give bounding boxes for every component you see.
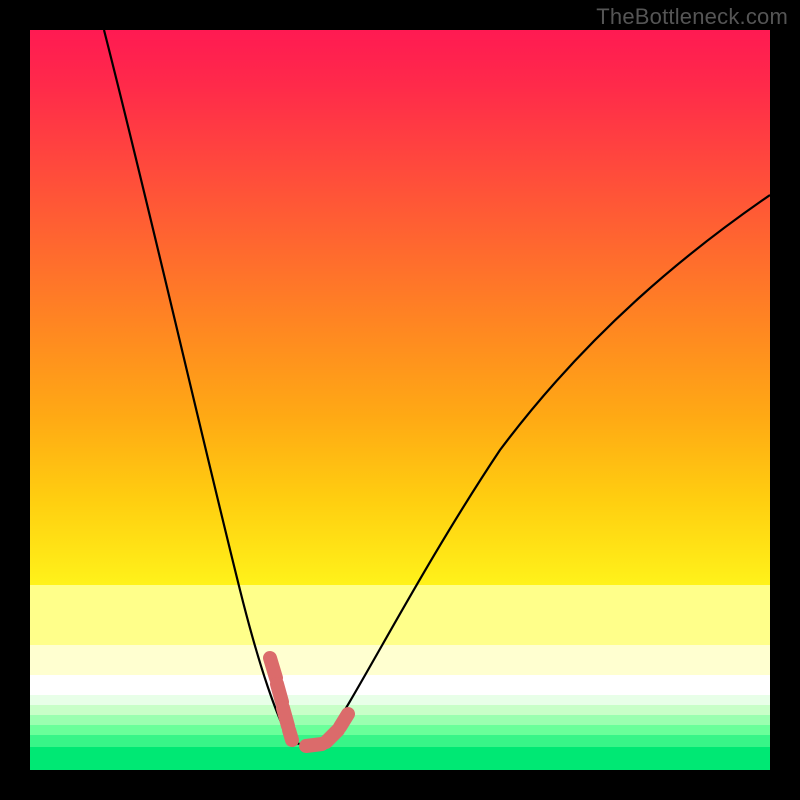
curve-left-branch	[104, 30, 290, 740]
highlight-left-4	[289, 730, 292, 740]
curve-right-branch	[326, 195, 770, 740]
plot-area	[30, 30, 770, 770]
highlight-left-1	[270, 658, 276, 678]
highlight-valley-3	[340, 714, 348, 727]
highlight-left-2	[277, 684, 282, 702]
watermark-text: TheBottleneck.com	[596, 4, 788, 30]
curves-svg	[30, 30, 770, 770]
